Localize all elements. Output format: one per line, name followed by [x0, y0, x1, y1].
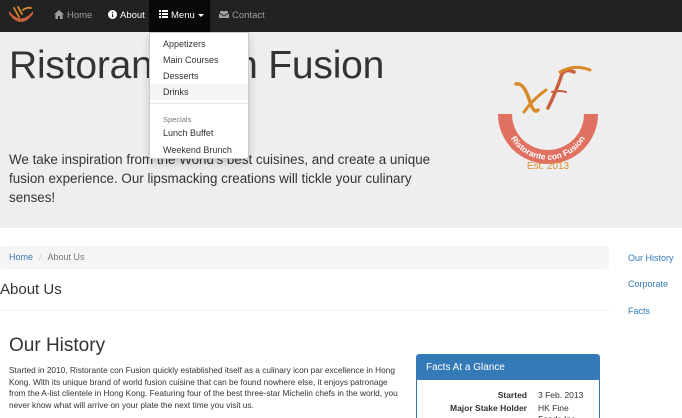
- dropdown-header-specials: Specials: [163, 115, 192, 124]
- nav-contact-label: Contact: [232, 10, 265, 21]
- breadcrumb-home[interactable]: Home: [9, 252, 33, 262]
- nav-about-label: About: [120, 10, 145, 21]
- history-paragraph: Started in 2010, Ristorante con Fusion q…: [9, 365, 398, 410]
- divider: [0, 310, 609, 311]
- home-icon: [54, 9, 64, 19]
- logo-est: Est. 2013: [527, 161, 570, 172]
- nav-home[interactable]: Home: [54, 0, 92, 32]
- restaurant-logo: Ristorante con Fusion Est. 2013: [498, 65, 598, 172]
- chevron-down-icon: [197, 13, 204, 17]
- dropdown-item-main-courses[interactable]: Main Courses: [150, 52, 248, 68]
- facts-panel-title: Facts At a Glance: [417, 355, 599, 380]
- history-heading: Our History: [9, 335, 106, 356]
- fact-label-started: Started: [497, 390, 527, 400]
- envelope-icon: [219, 11, 229, 19]
- dropdown-divider: [150, 103, 248, 104]
- nav-menu-label: Menu: [171, 10, 195, 21]
- list-icon: [159, 10, 168, 19]
- dropdown-item-drinks[interactable]: Drinks: [150, 84, 248, 100]
- sidenav-facts[interactable]: Facts: [628, 306, 650, 316]
- dropdown-item-weekend-brunch[interactable]: Weekend Brunch: [150, 142, 248, 158]
- nav-contact[interactable]: Contact: [219, 0, 265, 32]
- nav-home-label: Home: [67, 10, 93, 21]
- fact-value-started: 3 Feb. 2013: [538, 390, 584, 400]
- facts-panel: Facts At a Glance Started 3 Feb. 2013 Ma…: [416, 354, 600, 418]
- page-title: About Us: [0, 281, 62, 298]
- fact-value-stake-holder: HK Fine Foods Inc.: [538, 403, 578, 418]
- breadcrumb-separator: /: [39, 252, 42, 262]
- brand-logo-icon[interactable]: [6, 4, 36, 28]
- sidenav-corporate[interactable]: Corporate: [628, 279, 668, 289]
- dropdown-item-lunch-buffet[interactable]: Lunch Buffet: [150, 125, 248, 141]
- navbar: Home About Menu Contact: [0, 0, 682, 32]
- fact-label-stake-holder: Major Stake Holder: [450, 403, 527, 413]
- dropdown-item-appetizers[interactable]: Appetizers: [150, 36, 248, 52]
- menu-dropdown: Appetizers Main Courses Desserts Drinks …: [149, 32, 249, 159]
- breadcrumb: Home / About Us: [0, 246, 609, 269]
- jumbotron: Ristorante con Fusion We take inspiratio…: [0, 32, 682, 228]
- sidenav-our-history[interactable]: Our History: [628, 253, 674, 263]
- nav-about[interactable]: About: [108, 0, 145, 32]
- dropdown-item-desserts[interactable]: Desserts: [150, 68, 248, 84]
- breadcrumb-current: About Us: [47, 252, 85, 262]
- info-icon: [108, 9, 117, 19]
- nav-menu-toggle[interactable]: Menu: [149, 0, 210, 32]
